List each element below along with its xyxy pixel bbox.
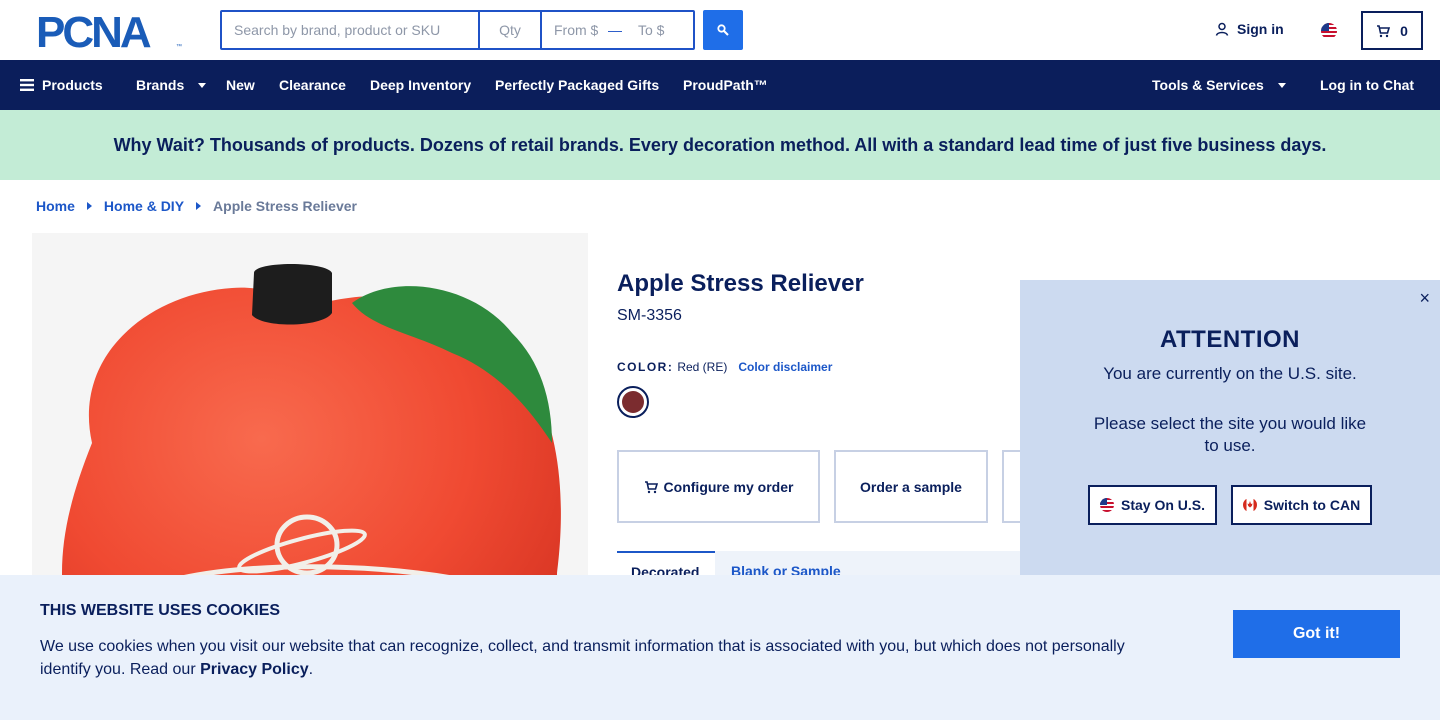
- nav-gifts-label: Perfectly Packaged Gifts: [495, 77, 660, 93]
- popup-current-site-text: You are currently on the U.S. site.: [1103, 364, 1357, 383]
- logo-text: PCNA: [36, 11, 151, 51]
- order-sample-button[interactable]: Order a sample: [834, 450, 988, 523]
- sign-in-link[interactable]: Sign in: [1215, 21, 1284, 37]
- swatch-fill: [622, 391, 644, 413]
- nav-proudpath-label: ProudPath™: [683, 77, 768, 93]
- nav-tools-label: Tools & Services: [1152, 77, 1264, 93]
- nav-new-label: New: [226, 77, 255, 93]
- nav-new[interactable]: New: [226, 60, 255, 110]
- nav-clearance[interactable]: Clearance: [279, 60, 346, 110]
- price-to-input[interactable]: [626, 13, 688, 47]
- color-row: COLOR: Red (RE) Color disclaimer: [617, 360, 832, 374]
- nav-gifts[interactable]: Perfectly Packaged Gifts: [495, 60, 659, 110]
- breadcrumb-category[interactable]: Home & DIY: [104, 198, 184, 214]
- order-sample-label: Order a sample: [860, 478, 962, 495]
- cookie-text-end: .: [308, 661, 314, 678]
- color-label: COLOR:: [617, 360, 674, 374]
- cookie-title: THIS WEBSITE USES COOKIES: [40, 602, 281, 619]
- svg-text:™: ™: [176, 43, 182, 50]
- price-from-input[interactable]: [542, 13, 604, 47]
- search-button[interactable]: [703, 10, 743, 50]
- nav-clearance-label: Clearance: [279, 77, 346, 93]
- product-title: Apple Stress Reliever: [617, 270, 864, 297]
- main-nav: Products Brands New Clearance Deep Inven…: [0, 60, 1440, 110]
- cookie-accept-button[interactable]: Got it!: [1233, 610, 1400, 658]
- price-separator: —: [608, 22, 622, 38]
- privacy-policy-link[interactable]: Privacy Policy: [200, 661, 309, 678]
- product-sku: SM-3356: [617, 307, 682, 324]
- close-icon[interactable]: ×: [1419, 288, 1430, 309]
- nav-proudpath[interactable]: ProudPath™: [683, 60, 768, 110]
- search-input[interactable]: [222, 12, 478, 48]
- chevron-down-icon: [1277, 82, 1286, 88]
- popup-heading: ATTENTION: [1159, 326, 1301, 353]
- cart-icon: [644, 480, 658, 493]
- us-flag-icon: [1099, 498, 1114, 512]
- us-flag-icon[interactable]: [1321, 23, 1337, 39]
- nav-brands-label: Brands: [136, 77, 185, 93]
- cart-button[interactable]: 0: [1361, 11, 1423, 50]
- cookie-text: We use cookies when you visit our websit…: [40, 635, 1150, 681]
- nav-deep-inventory[interactable]: Deep Inventory: [370, 60, 471, 110]
- caret-right-icon: [86, 202, 92, 210]
- cookie-banner: THIS WEBSITE USES COOKIES We use cookies…: [0, 575, 1440, 720]
- color-swatch-red[interactable]: [617, 386, 649, 418]
- nav-tools-services[interactable]: Tools & Services: [1152, 60, 1286, 110]
- promo-banner: Why Wait? Thousands of products. Dozens …: [0, 110, 1440, 180]
- nav-products[interactable]: Products: [20, 60, 103, 110]
- color-disclaimer-link[interactable]: Color disclaimer: [738, 360, 832, 374]
- nav-products-label: Products: [42, 77, 103, 93]
- cart-icon: [1377, 24, 1391, 37]
- qty-input[interactable]: [478, 12, 540, 48]
- nav-login-chat[interactable]: Log in to Chat: [1320, 60, 1414, 110]
- breadcrumb-current: Apple Stress Reliever: [213, 198, 357, 214]
- switch-can-button[interactable]: Switch to CAN: [1231, 485, 1372, 525]
- menu-icon: [20, 79, 34, 91]
- switch-can-label: Switch to CAN: [1263, 497, 1361, 513]
- color-value: Red (RE): [677, 360, 728, 374]
- sign-in-label: Sign in: [1237, 21, 1284, 37]
- user-icon: [1215, 22, 1229, 36]
- price-range: —: [540, 12, 688, 48]
- search-bar: —: [220, 10, 695, 50]
- site-header: PCNA ™ — Sign in: [0, 0, 1440, 60]
- stay-us-label: Stay On U.S.: [1120, 497, 1206, 513]
- promo-banner-text: Why Wait? Thousands of products. Dozens …: [113, 134, 1327, 155]
- cart-count: 0: [1400, 22, 1408, 39]
- breadcrumb-home[interactable]: Home: [36, 198, 75, 214]
- search-icon: [717, 24, 729, 36]
- breadcrumb: Home Home & DIY Apple Stress Reliever: [36, 198, 357, 214]
- configure-order-button[interactable]: Configure my order: [617, 450, 820, 523]
- caret-right-icon: [196, 202, 202, 210]
- chevron-down-icon: [198, 82, 207, 88]
- nav-chat-label: Log in to Chat: [1320, 77, 1415, 93]
- site-selector-popup: × ATTENTION You are currently on the U.S…: [1020, 280, 1440, 580]
- pcna-logo[interactable]: PCNA ™: [36, 8, 184, 57]
- stay-us-button[interactable]: Stay On U.S.: [1088, 485, 1217, 525]
- popup-select-site-text: Please select the site you would like to…: [1093, 414, 1367, 455]
- configure-order-label: Configure my order: [663, 478, 794, 495]
- canada-flag-icon: [1242, 498, 1257, 512]
- nav-brands[interactable]: Brands: [136, 60, 207, 110]
- nav-deep-inventory-label: Deep Inventory: [370, 77, 472, 93]
